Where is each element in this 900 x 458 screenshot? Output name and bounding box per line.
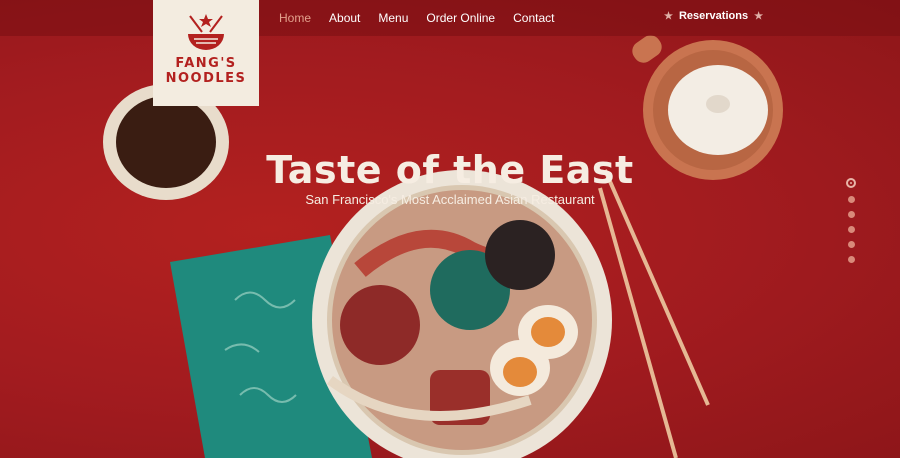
noodle-bowl [312,170,612,458]
chopsticks [598,169,710,458]
brand-name-line2: NOODLES [165,71,247,86]
slide-dot-1[interactable] [846,178,856,188]
nav-order-online[interactable]: Order Online [426,11,495,25]
star-icon: ★ [664,10,673,22]
slide-dot-4[interactable] [847,226,855,233]
hero-food-illustration [103,35,783,458]
star-icon: ★ [754,10,764,22]
reservations-label: Reservations [678,10,749,22]
nav-home[interactable]: Home [279,11,311,25]
main-nav: Home About Menu Order Online Contact [270,0,563,36]
slide-indicator [846,178,856,263]
brand-name-line1: FANG'S [175,56,237,71]
nav-about[interactable]: About [329,11,360,25]
slide-dot-3[interactable] [847,211,855,218]
nav-menu[interactable]: Menu [378,11,408,25]
brand-name: FANG'S NOODLES [166,56,247,86]
noodle-bowl-icon [188,14,224,50]
slide-dot-2[interactable] [847,196,855,203]
brand-logo[interactable]: FANG'S NOODLES [153,0,259,106]
hero-subtitle: San Francisco's Most Acclaimed Asian Res… [305,192,595,207]
hero-title: Taste of the East [266,148,634,192]
nav-contact[interactable]: Contact [513,11,554,25]
reservations-button[interactable]: ★ Reservations ★ [664,10,763,22]
slide-dot-6[interactable] [847,256,855,263]
slide-dot-5[interactable] [847,241,855,248]
hero-section: FANG'S NOODLES Home About Menu Order Onl… [0,0,900,458]
